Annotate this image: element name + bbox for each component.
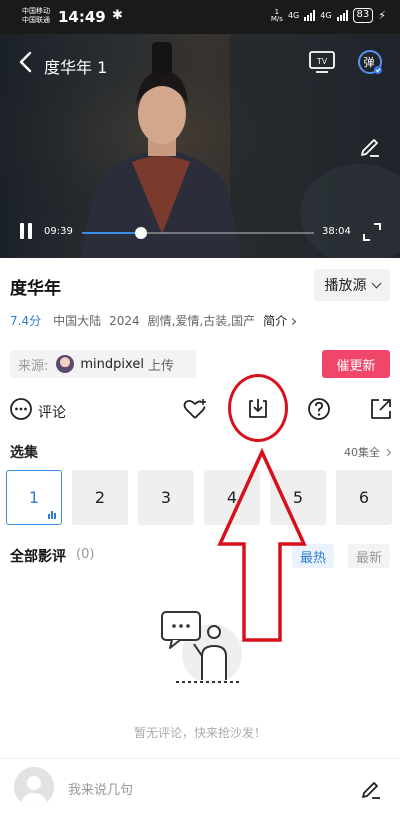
reviews-heading: 全部影评: [10, 549, 66, 565]
carrier-2: 中国联通: [22, 16, 50, 24]
annotation-arrow: [217, 448, 307, 642]
comment-label[interactable]: 评论: [38, 402, 66, 422]
video-title: 度华年 1: [44, 58, 108, 77]
reviews-count: (0): [76, 547, 95, 562]
edit-danmaku-icon[interactable]: [358, 134, 382, 158]
write-comment-icon[interactable]: [360, 777, 382, 799]
rating: 7.4分: [10, 314, 42, 328]
tv-cast-label: TV: [317, 57, 328, 66]
episode-number: 2: [94, 488, 106, 507]
show-meta: 7.4分 中国大陆 2024 剧情,爱情,古装,国产 简介: [10, 312, 297, 329]
episode-number: 3: [160, 488, 172, 507]
intro-link[interactable]: 简介: [263, 312, 297, 329]
net-speed: 1 M/s: [270, 8, 283, 23]
uploader-info[interactable]: 来源: mindpixel 上传: [10, 350, 196, 378]
episodes-all-link[interactable]: 40集全: [344, 444, 392, 460]
battery-icon: 83: [352, 8, 374, 23]
clock: 14:49: [58, 8, 106, 26]
bluetooth-icon: ✱: [112, 8, 123, 23]
genres: 剧情,爱情,古装,国产: [147, 314, 256, 328]
total-time: 38:04: [322, 226, 351, 237]
video-player[interactable]: 度华年 1 TV 弹 09:39 38:04: [0, 34, 400, 258]
chevron-right-icon: [289, 317, 297, 326]
help-icon[interactable]: [306, 396, 332, 422]
year: 2024: [109, 313, 140, 328]
uploader-name: mindpixel: [80, 356, 144, 372]
charging-icon: ⚡: [378, 9, 386, 22]
chevron-down-icon: [371, 278, 381, 288]
danmaku-label: 弹: [364, 55, 375, 69]
episodes-heading: 选集: [10, 445, 38, 461]
annotation-circle: [228, 374, 288, 442]
player-top-bar: 度华年 1 TV 弹: [0, 46, 400, 82]
episode-number: 1: [28, 488, 40, 507]
carrier-1: 中国移动: [22, 7, 50, 15]
battery-level: 83: [356, 9, 370, 20]
progress-thumb[interactable]: [134, 227, 147, 239]
net-type-2: 4G: [320, 11, 332, 20]
episode-item[interactable]: 1: [6, 470, 62, 525]
status-icons: 1 M/s 4G 4G 83 ⚡: [271, 8, 386, 23]
back-arrow-icon[interactable]: [16, 50, 36, 74]
episode-item[interactable]: 2: [72, 470, 128, 525]
progress-track[interactable]: [82, 227, 314, 239]
episode-number: 6: [358, 488, 370, 507]
user-avatar[interactable]: [14, 767, 54, 807]
comment-icon[interactable]: [8, 396, 34, 422]
favorite-add-icon[interactable]: [182, 396, 208, 422]
current-time: 09:39: [44, 226, 73, 237]
progress-fill: [82, 232, 141, 234]
region: 中国大陆: [53, 314, 102, 328]
comment-input[interactable]: 我来说几句: [68, 779, 133, 798]
episode-item[interactable]: 6: [336, 470, 392, 525]
net-speed-unit: M/s: [270, 14, 283, 23]
status-bar: 中国移动 中国联通 14:49 ✱ 1 M/s 4G 4G 83 ⚡: [0, 0, 400, 34]
now-playing-icon: [48, 511, 56, 519]
source-label: 来源:: [18, 358, 49, 374]
episode-list: 1 2 3 4 5 6: [6, 470, 396, 526]
net-type-1: 4G: [287, 11, 300, 20]
share-icon[interactable]: [368, 396, 394, 422]
play-source-button[interactable]: 播放源: [314, 269, 390, 301]
pause-button[interactable]: [16, 220, 36, 242]
play-source-label: 播放源: [324, 278, 367, 294]
comment-bar: 我来说几句: [0, 758, 400, 816]
episodes-count-label: 40集全: [344, 446, 380, 459]
signal-icon-2: [336, 10, 348, 21]
urge-update-button[interactable]: 催更新: [322, 350, 390, 378]
uploader-avatar: [56, 355, 75, 373]
upload-suffix: 上传: [147, 358, 174, 374]
chevron-right-icon: [383, 448, 392, 456]
empty-comments-text: 暂无评论，快来抢沙发！: [133, 726, 266, 740]
tv-cast-icon[interactable]: TV: [308, 50, 336, 74]
action-row: 评论: [0, 396, 400, 426]
show-title: 度华年: [10, 279, 61, 299]
danmaku-toggle-icon[interactable]: 弹: [356, 48, 384, 76]
signal-icon: [304, 10, 316, 21]
sort-new-tab[interactable]: 最新: [348, 544, 390, 568]
episode-item[interactable]: 3: [138, 470, 194, 525]
intro-link-label: 简介: [263, 314, 288, 328]
fullscreen-icon[interactable]: [362, 222, 382, 242]
carrier-info: 中国移动 中国联通: [22, 7, 50, 25]
